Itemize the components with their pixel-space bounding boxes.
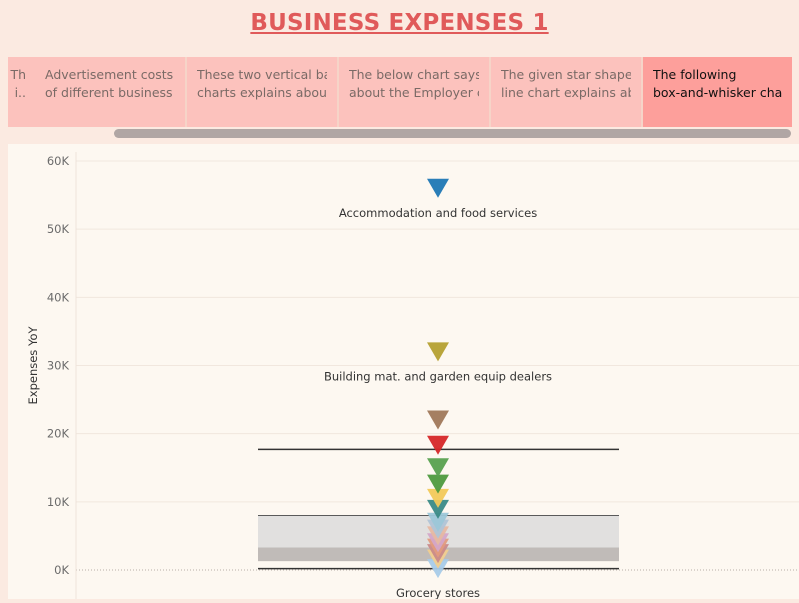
data-point-marker [427, 178, 449, 198]
data-point-marker [427, 435, 449, 455]
story-tab-4-line2: about the Employer c.. [349, 85, 479, 100]
story-tab-5[interactable]: The given star shaped line chart explain… [491, 57, 641, 127]
data-point-label: Grocery stores [396, 586, 480, 599]
box-whisker-chart: Accommodation and food services Building … [26, 152, 799, 600]
story-tab-3[interactable]: These two vertical bar charts explains a… [187, 57, 337, 127]
story-tab-1-line2: i.. [14, 85, 26, 100]
story-tab-2[interactable]: Advertisement costs of different busines… [35, 57, 185, 127]
data-point-label: Building mat. and garden equip dealers [324, 369, 552, 383]
story-tab-1-line1: Th [10, 67, 26, 82]
y-tick-label: 20K [47, 427, 70, 441]
story-tab-6-line1: The following [653, 67, 737, 82]
data-point-label: Accommodation and food services [339, 206, 537, 220]
story-tab-strip: Th i.. Advertisement costs of different … [8, 57, 792, 127]
story-tab-1[interactable]: Th i.. [8, 57, 36, 127]
y-tick-label: 10K [47, 495, 70, 509]
page-title: BUSINESS EXPENSES 1 [250, 10, 549, 36]
y-tick-label: 60K [47, 154, 70, 168]
story-tab-6[interactable]: The following box-and-whisker char.. [643, 57, 792, 127]
story-tab-5-line1: The given star shaped [501, 67, 631, 82]
story-tab-3-line1: These two vertical bar [197, 67, 327, 82]
data-point-marker [427, 342, 449, 362]
story-tab-3-line2: charts explains about.. [197, 85, 327, 100]
story-tab-5-line2: line chart explains ab.. [501, 85, 631, 100]
story-tab-4-line1: The below chart says [349, 67, 479, 82]
data-point-marker [427, 458, 449, 478]
y-axis-title: Expenses YoY [26, 326, 40, 405]
tab-strip-scrollbar[interactable] [114, 129, 791, 138]
y-tick-label: 40K [47, 290, 70, 304]
data-point-marker [427, 410, 449, 430]
story-tab-2-line1: Advertisement costs [45, 67, 174, 82]
y-tick-label: 0K [54, 563, 69, 577]
story-tab-2-line2: of different business .. [45, 85, 175, 100]
story-tab-6-line2: box-and-whisker char.. [653, 85, 783, 100]
y-axis: 0K 10K 20K 30K 40K 50K 60K Expenses YoY [26, 152, 77, 599]
chart-panel: Accommodation and food services Building … [8, 144, 799, 600]
y-tick-label: 50K [47, 222, 70, 236]
y-tick-label: 30K [47, 359, 70, 373]
story-tab-4[interactable]: The below chart says about the Employer … [339, 57, 489, 127]
